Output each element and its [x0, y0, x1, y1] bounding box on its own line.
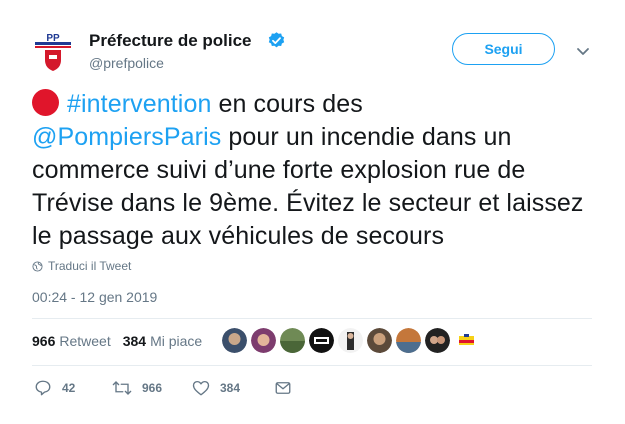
heart-icon[interactable] — [192, 379, 210, 397]
divider — [32, 365, 592, 366]
tweet-text-part: en cours des — [211, 90, 363, 118]
globe-icon — [32, 260, 43, 272]
liker-avatar[interactable] — [367, 328, 392, 353]
like-count: 384 — [220, 381, 241, 395]
svg-text:PP: PP — [46, 33, 60, 44]
retweet-icon[interactable] — [112, 379, 132, 397]
liker-avatar[interactable] — [338, 328, 363, 353]
avatar[interactable]: PP — [30, 28, 76, 74]
direct-message-icon[interactable] — [274, 379, 292, 397]
liker-avatar[interactable] — [251, 328, 276, 353]
liker-avatar[interactable] — [280, 328, 305, 353]
liker-avatar[interactable] — [309, 328, 334, 353]
display-name[interactable]: Préfecture de police — [89, 31, 252, 51]
likes-count[interactable]: 384 — [123, 333, 146, 349]
translate-label[interactable]: Traduci il Tweet — [48, 259, 131, 273]
like-action[interactable]: 384 — [192, 379, 240, 397]
translate-tweet-link[interactable]: Traduci il Tweet — [32, 259, 131, 273]
handle[interactable]: @prefpolice — [89, 55, 164, 71]
reply-icon[interactable] — [34, 379, 52, 397]
liker-avatars — [222, 328, 479, 353]
retweet-count: 966 — [142, 381, 163, 395]
engagement-stats: 966 Retweet 384 Mi piace — [32, 333, 202, 349]
follow-button[interactable]: Segui — [452, 33, 555, 65]
mention-link[interactable]: @PompiersParis — [32, 123, 221, 151]
liker-avatar[interactable] — [222, 328, 247, 353]
chevron-down-icon[interactable] — [576, 44, 590, 55]
reply-action[interactable]: 42 — [34, 379, 75, 397]
liker-avatar[interactable] — [454, 328, 479, 353]
hashtag-link[interactable]: #intervention — [67, 90, 211, 118]
tweet-text: #intervention en cours des @PompiersPari… — [32, 88, 602, 253]
reply-count: 42 — [62, 381, 76, 395]
liker-avatar[interactable] — [396, 328, 421, 353]
red-circle-emoji — [32, 89, 59, 116]
retweets-count[interactable]: 966 — [32, 333, 55, 349]
verified-badge-icon — [267, 31, 286, 50]
retweet-action[interactable]: 966 — [112, 379, 162, 397]
timestamp[interactable]: 00:24 - 12 gen 2019 — [32, 289, 157, 305]
divider — [32, 318, 592, 319]
likes-label[interactable]: Mi piace — [150, 333, 202, 349]
retweets-label[interactable]: Retweet — [59, 333, 110, 349]
direct-message-action[interactable] — [274, 379, 292, 397]
liker-avatar[interactable] — [425, 328, 450, 353]
